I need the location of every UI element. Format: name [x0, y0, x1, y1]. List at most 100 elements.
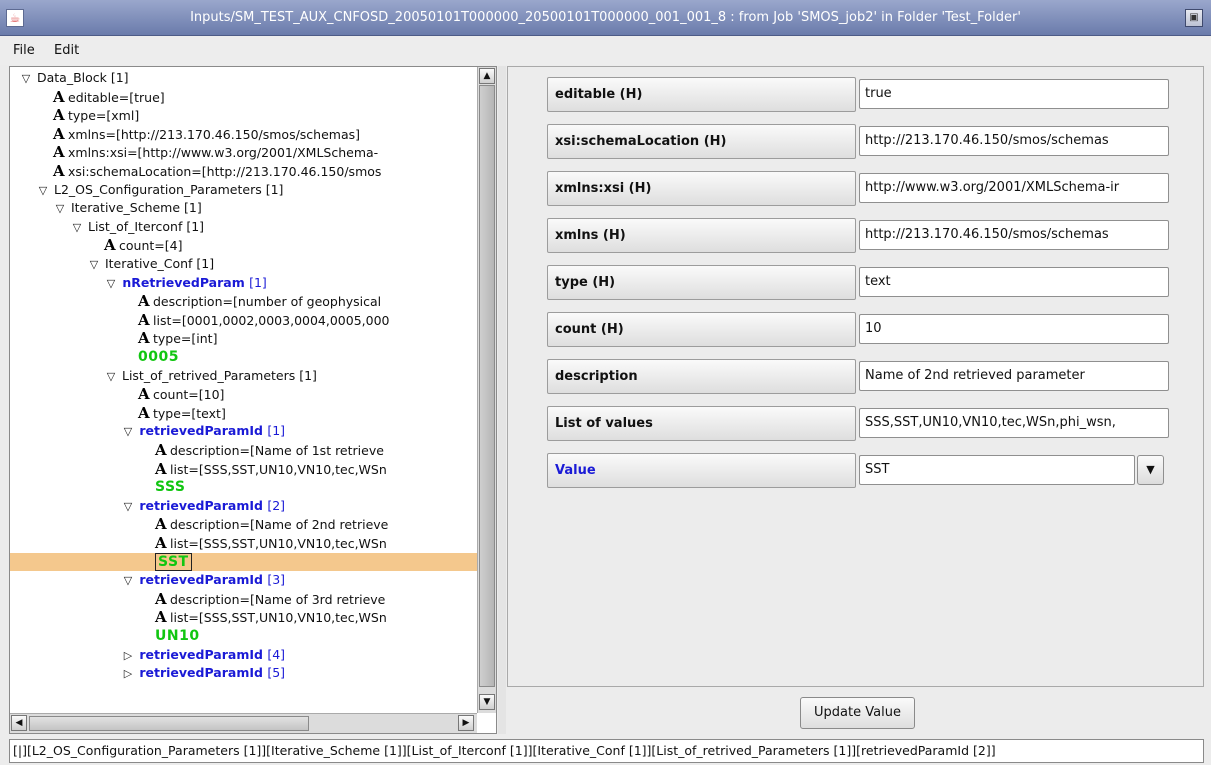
- expanded-triangle-icon[interactable]: ▽: [53, 200, 67, 218]
- attribute-icon: A: [138, 403, 150, 422]
- tree-row[interactable]: Atype=[xml]: [10, 106, 477, 124]
- tree-node-label: List_of_retrived_Parameters [1]: [118, 367, 317, 383]
- field-value-count[interactable]: 10: [859, 314, 1169, 344]
- tree-node-label: List_of_Iterconf [1]: [84, 218, 205, 234]
- tree-node-label: retrievedParamId [5]: [135, 665, 286, 681]
- attribute-icon: A: [53, 124, 65, 143]
- tree-vertical-scrollbar[interactable]: ▲ ▼: [477, 67, 496, 713]
- expanded-triangle-icon[interactable]: ▽: [70, 219, 84, 237]
- tree-attribute-label: xmlns=[http://213.170.46.150/smos/schema…: [68, 126, 361, 142]
- xml-tree[interactable]: ▽ Data_Block [1] Aeditable=[true] Atype=[x…: [10, 67, 477, 713]
- title-bar[interactable]: ☕ Inputs/SM_TEST_AUX_CNFOSD_20050101T000…: [0, 0, 1211, 36]
- tree-row[interactable]: Alist=[SSS,SST,UN10,VN10,tec,WSn: [10, 460, 477, 478]
- tree-row[interactable]: Adescription=[Name of 1st retrieve: [10, 441, 477, 459]
- tree-row[interactable]: ▽ Iterative_Scheme [1]: [10, 199, 477, 217]
- tree-row[interactable]: ▽ Data_Block [1]: [10, 69, 477, 87]
- update-value-button[interactable]: Update Value: [800, 697, 915, 729]
- tree-row[interactable]: ▽ List_of_retrived_Parameters [1]: [10, 367, 477, 385]
- expanded-triangle-icon[interactable]: ▽: [87, 256, 101, 274]
- split-pane-divider[interactable]: [498, 66, 506, 734]
- attribute-editor-panel: editable (H) true xsi:schemaLocation (H)…: [507, 66, 1204, 687]
- collapsed-triangle-icon[interactable]: ▷: [121, 665, 135, 683]
- tree-row[interactable]: Adescription=[Name of 3rd retrieve: [10, 590, 477, 608]
- tree-attribute-label: description=[Name of 3rd retrieve: [170, 591, 386, 607]
- field-label-schema-location[interactable]: xsi:schemaLocation (H): [547, 124, 856, 159]
- field-label-count[interactable]: count (H): [547, 312, 856, 347]
- scroll-left-arrow-icon[interactable]: ◀: [11, 715, 27, 731]
- scroll-up-arrow-icon[interactable]: ▲: [479, 68, 495, 84]
- expanded-triangle-icon[interactable]: ▽: [36, 182, 50, 200]
- tree-node-label: retrievedParamId [3]: [135, 572, 286, 588]
- field-value-schema-location[interactable]: http://213.170.46.150/smos/schemas: [859, 126, 1169, 156]
- tree-row[interactable]: ▽ List_of_Iterconf [1]: [10, 218, 477, 236]
- expanded-triangle-icon[interactable]: ▽: [121, 423, 135, 441]
- expanded-triangle-icon[interactable]: ▽: [104, 368, 118, 386]
- attribute-icon: A: [53, 143, 65, 162]
- tree-row[interactable]: Alist=[SSS,SST,UN10,VN10,tec,WSn: [10, 534, 477, 552]
- tree-row[interactable]: Axmlns:xsi=[http://www.w3.org/2001/XMLSc…: [10, 143, 477, 161]
- tree-row[interactable]: Acount=[4]: [10, 236, 477, 254]
- collapsed-triangle-icon[interactable]: ▷: [121, 647, 135, 665]
- tree-attribute-label: xmlns:xsi=[http://www.w3.org/2001/XMLSch…: [68, 145, 379, 161]
- tree-row[interactable]: ▽ nRetrievedParam [1]: [10, 274, 477, 292]
- expanded-triangle-icon[interactable]: ▽: [104, 275, 118, 293]
- tree-row[interactable]: Acount=[10]: [10, 385, 477, 403]
- vertical-scroll-thumb[interactable]: [479, 85, 495, 687]
- tree-row[interactable]: UN10: [10, 627, 477, 645]
- expanded-triangle-icon[interactable]: ▽: [19, 70, 33, 88]
- expanded-triangle-icon[interactable]: ▽: [121, 572, 135, 590]
- tree-row[interactable]: ▷ retrievedParamId [4]: [10, 646, 477, 664]
- field-label-type[interactable]: type (H): [547, 265, 856, 300]
- tree-horizontal-scrollbar[interactable]: ◀ ▶: [10, 713, 477, 733]
- tree-row[interactable]: Axsi:schemaLocation=[http://213.170.46.1…: [10, 162, 477, 180]
- tree-row[interactable]: ▷ retrievedParamId [5]: [10, 664, 477, 682]
- field-value-editable[interactable]: true: [859, 79, 1169, 109]
- scroll-down-arrow-icon[interactable]: ▼: [479, 694, 495, 710]
- field-label-list-of-values[interactable]: List of values: [547, 406, 856, 441]
- field-value-xmlns[interactable]: http://213.170.46.150/smos/schemas: [859, 220, 1169, 250]
- java-app-icon[interactable]: ☕: [6, 9, 24, 27]
- dropdown-arrow-icon[interactable]: ▼: [1137, 455, 1164, 485]
- field-label-editable[interactable]: editable (H): [547, 77, 856, 112]
- tree-row[interactable]: SSS: [10, 478, 477, 496]
- field-value-xmlns-xsi[interactable]: http://www.w3.org/2001/XMLSchema-ir: [859, 173, 1169, 203]
- tree-row[interactable]: ▽ Iterative_Conf [1]: [10, 255, 477, 273]
- tree-row[interactable]: Adescription=[number of geophysical: [10, 292, 477, 310]
- menu-edit[interactable]: Edit: [54, 43, 79, 58]
- tree-row[interactable]: Adescription=[Name of 2nd retrieve: [10, 515, 477, 533]
- tree-row[interactable]: ▽ retrievedParamId [3]: [10, 571, 477, 589]
- field-label-value[interactable]: Value: [547, 453, 856, 488]
- tree-row[interactable]: Alist=[SSS,SST,UN10,VN10,tec,WSn: [10, 608, 477, 626]
- menu-file[interactable]: File: [13, 43, 35, 58]
- tree-row[interactable]: ▽ L2_OS_Configuration_Parameters [1]: [10, 181, 477, 199]
- tree-row[interactable]: Axmlns=[http://213.170.46.150/smos/schem…: [10, 125, 477, 143]
- tree-row[interactable]: ▽ retrievedParamId [2]: [10, 497, 477, 515]
- tree-attribute-label: list=[SSS,SST,UN10,VN10,tec,WSn: [170, 536, 387, 551]
- horizontal-scroll-thumb[interactable]: [29, 716, 309, 731]
- tree-row[interactable]: ▽ retrievedParamId [1]: [10, 422, 477, 440]
- tree-row[interactable]: Atype=[int]: [10, 329, 477, 347]
- field-value-list-of-values[interactable]: SSS,SST,UN10,VN10,tec,WSn,phi_wsn,: [859, 408, 1169, 438]
- tree-row[interactable]: Alist=[0001,0002,0003,0004,0005,000: [10, 311, 477, 329]
- attribute-icon: A: [53, 106, 65, 125]
- scroll-right-arrow-icon[interactable]: ▶: [458, 715, 474, 731]
- value-combo-field[interactable]: SST: [859, 455, 1135, 485]
- tree-row[interactable]: Atype=[text]: [10, 404, 477, 422]
- field-value-type[interactable]: text: [859, 267, 1169, 297]
- field-label-xmlns-xsi[interactable]: xmlns:xsi (H): [547, 171, 856, 206]
- maximize-button[interactable]: ▣: [1185, 9, 1203, 27]
- attribute-icon: A: [155, 459, 167, 478]
- field-label-xmlns[interactable]: xmlns (H): [547, 218, 856, 253]
- tree-row[interactable]: 0005: [10, 348, 477, 366]
- attribute-icon: A: [155, 515, 167, 534]
- tree-row[interactable]: SST: [10, 552, 477, 571]
- tree-attribute-label: count=[4]: [119, 238, 183, 254]
- field-label-description[interactable]: description: [547, 359, 856, 394]
- tree-node-label: Iterative_Scheme [1]: [67, 200, 202, 216]
- expanded-triangle-icon[interactable]: ▽: [121, 498, 135, 516]
- field-value-description[interactable]: Name of 2nd retrieved parameter: [859, 361, 1169, 391]
- tree-node-label: retrievedParamId [4]: [135, 646, 286, 662]
- tree-row[interactable]: Aeditable=[true]: [10, 88, 477, 106]
- attribute-icon: A: [155, 608, 167, 627]
- attribute-icon: A: [138, 292, 150, 311]
